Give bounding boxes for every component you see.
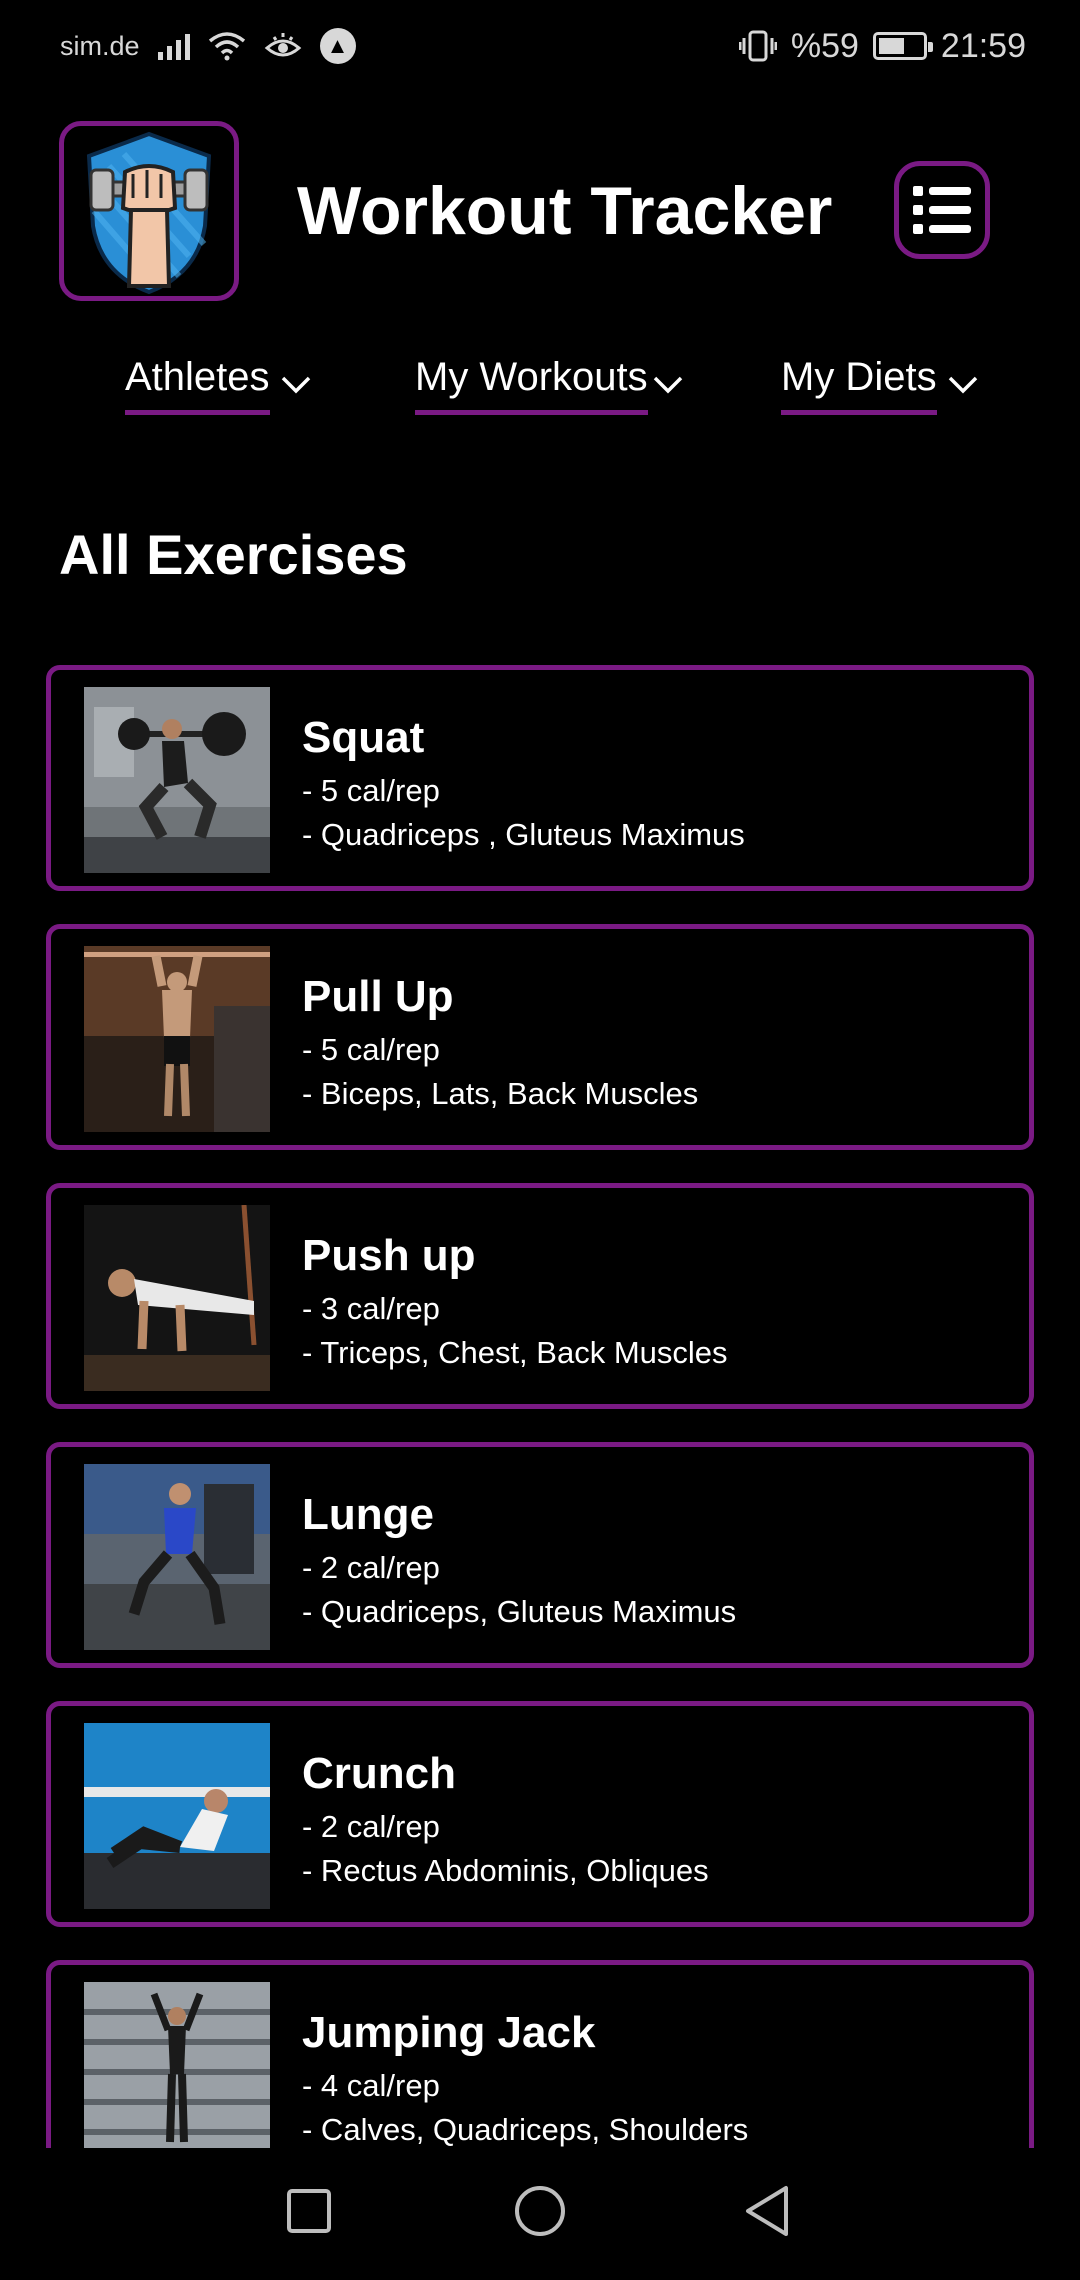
exercise-calories: - 4 cal/rep [302, 2068, 440, 2103]
exercise-muscles: - Calves, Quadriceps, Shoulders [302, 2112, 749, 2147]
status-left: sim.de ▲ [60, 28, 356, 64]
exercise-calories: - 2 cal/rep [302, 1550, 440, 1585]
nav-my-diets[interactable]: My Diets [781, 355, 979, 415]
exercise-calories: - 5 cal/rep [302, 1032, 440, 1067]
exercise-card-lunge[interactable]: Lunge - 2 cal/rep - Quadriceps, Gluteus … [46, 1442, 1034, 1668]
exercise-name: Jumping Jack [302, 2008, 596, 2057]
back-button[interactable] [733, 2176, 803, 2246]
vibrate-icon [738, 30, 777, 62]
clock: 21:59 [940, 26, 1026, 65]
list-menu-icon [913, 186, 971, 234]
wifi-icon [208, 32, 245, 61]
exercise-calories: - 5 cal/rep [302, 773, 440, 808]
exercise-name: Crunch [302, 1749, 456, 1798]
exercise-calories: - 2 cal/rep [302, 1809, 440, 1844]
battery-icon [872, 32, 933, 60]
chevron-down-icon [281, 376, 310, 394]
chevron-down-icon [653, 376, 682, 394]
menu-button[interactable] [894, 161, 990, 259]
exercise-card-squat[interactable]: Squat - 5 cal/rep - Quadriceps , Gluteus… [46, 665, 1034, 891]
signal-icon [157, 32, 190, 60]
exercise-thumbnail [84, 1723, 270, 1909]
exercise-muscles: - Biceps, Lats, Back Muscles [302, 1076, 699, 1111]
exercise-thumbnail [84, 687, 270, 873]
eye-icon [264, 33, 301, 57]
section-title: All Exercises [59, 523, 408, 586]
exercise-name: Push up [302, 1231, 476, 1280]
carrier-label: sim.de [60, 30, 140, 61]
exercise-thumbnail [84, 1464, 270, 1650]
exercise-name: Pull Up [302, 972, 454, 1021]
status-bar: sim.de ▲ %59 21:59 [0, 0, 1080, 92]
battery-level [878, 38, 904, 54]
app-header: Workout Tracker [0, 118, 1080, 302]
exercise-muscles: - Quadriceps, Gluteus Maximus [302, 1594, 737, 1629]
exercise-card-jumping-jack[interactable]: Jumping Jack - 4 cal/rep - Calves, Quadr… [46, 1960, 1034, 2148]
battery-percent: %59 [790, 26, 859, 65]
status-right: %59 21:59 [738, 26, 1026, 66]
exercise-thumbnail [84, 1205, 270, 1391]
exercise-card-pull-up[interactable]: Pull Up - 5 cal/rep - Biceps, Lats, Back… [46, 924, 1034, 1150]
fist-dumbbell-shield-icon [86, 131, 212, 295]
nav-tabs: Athletes My Workouts My Diets [0, 355, 1080, 425]
exercise-muscles: - Triceps, Chest, Back Muscles [302, 1335, 728, 1370]
chevron-down-icon [948, 376, 977, 394]
exercise-card-push-up[interactable]: Push up - 3 cal/rep - Triceps, Chest, Ba… [46, 1183, 1034, 1409]
exercise-calories: - 3 cal/rep [302, 1291, 440, 1326]
app-logo[interactable] [59, 121, 239, 301]
recents-square-icon [287, 2189, 331, 2233]
recents-button[interactable] [274, 2176, 344, 2246]
exercise-thumbnail [84, 946, 270, 1132]
exercise-thumbnail [84, 1982, 270, 2148]
exercise-muscles: - Rectus Abdominis, Obliques [302, 1853, 709, 1888]
nav-athletes[interactable]: Athletes [125, 355, 312, 415]
exercise-muscles: - Quadriceps , Gluteus Maximus [302, 817, 745, 852]
back-triangle-icon [746, 2186, 788, 2236]
exercise-name: Lunge [302, 1490, 434, 1539]
nav-my-workouts[interactable]: My Workouts [415, 355, 684, 415]
exercise-card-crunch[interactable]: Crunch - 2 cal/rep - Rectus Abdominis, O… [46, 1701, 1034, 1927]
exercise-list[interactable]: Squat - 5 cal/rep - Quadriceps , Gluteus… [0, 660, 1080, 2148]
home-button[interactable] [505, 2176, 575, 2246]
home-circle-icon [515, 2186, 565, 2236]
nav-my-workouts-label: My Workouts [415, 355, 648, 415]
app-title: Workout Tracker [297, 173, 833, 249]
system-nav-bar [0, 2148, 1080, 2280]
nav-athletes-label: Athletes [125, 355, 270, 415]
nav-my-diets-label: My Diets [781, 355, 937, 415]
exercise-name: Squat [302, 713, 425, 762]
a-circle-icon: ▲ [319, 28, 356, 64]
